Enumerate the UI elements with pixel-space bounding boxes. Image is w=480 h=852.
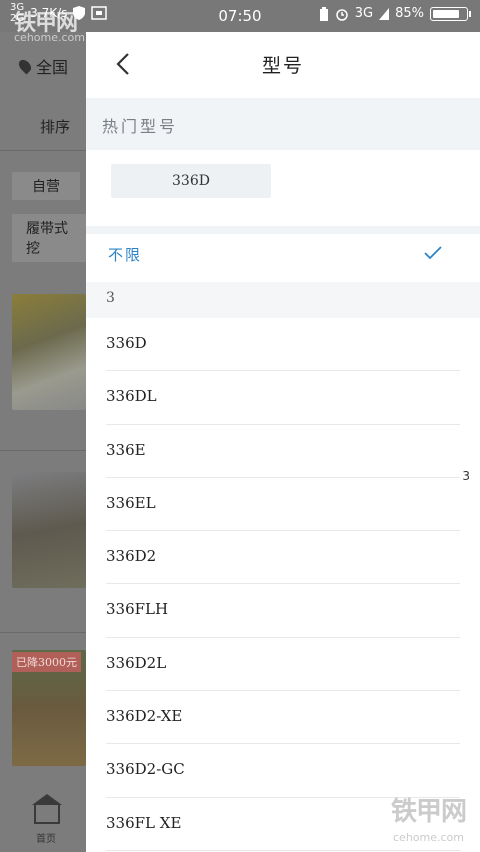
hot-model-chip[interactable]: 336D — [111, 164, 271, 198]
price-drop-badge: 已降3000元 — [12, 652, 81, 672]
model-name: 336EL — [106, 493, 156, 512]
listing-image[interactable] — [12, 294, 86, 410]
checkmark-icon — [424, 246, 442, 260]
alarm-icon — [335, 8, 348, 21]
filter-chip-self[interactable]: 自营 — [12, 172, 80, 200]
model-name: 336FLH — [106, 600, 169, 619]
listing-image[interactable] — [12, 472, 86, 588]
model-name: 336DL — [106, 387, 157, 406]
unlimited-option[interactable]: 不限 — [86, 234, 480, 276]
drawer-title: 型号 — [261, 55, 304, 77]
location-pin-icon — [16, 57, 34, 75]
model-list-item[interactable]: 336DL — [86, 371, 480, 425]
sort-button[interactable]: 排序 — [40, 116, 70, 137]
section-divider — [86, 226, 480, 234]
side-index-letter[interactable]: 3 — [462, 469, 470, 483]
model-name: 336D2L — [106, 653, 167, 672]
battery-icon — [430, 6, 471, 21]
model-name: 336D2 — [106, 547, 157, 566]
home-icon[interactable] — [32, 794, 62, 824]
model-name: 336E — [106, 440, 146, 459]
model-name: 336D — [106, 334, 147, 352]
divider — [0, 450, 86, 451]
network-right: 3G — [354, 6, 374, 21]
unlimited-label: 不限 — [108, 246, 143, 264]
divider — [0, 150, 86, 151]
group-letter: 3 — [106, 290, 115, 306]
background-page: 全国 排序 自营 履带式挖 已降3000元 首页 — [0, 32, 86, 852]
model-list-item[interactable]: 336E — [86, 425, 480, 479]
model-list: 336D 336DL 336E 336EL 336D2 336FLH 336D2L 336D2… — [86, 318, 480, 852]
battery-fill — [433, 9, 460, 18]
hot-models-area: 336D — [86, 150, 480, 226]
model-name: 336D2-GC — [106, 760, 185, 779]
hot-models-title: 热门型号 — [102, 117, 179, 136]
hot-models-header: 热门型号 — [86, 98, 480, 150]
signal-icon — [379, 7, 390, 20]
filter-chip-type[interactable]: 履带式挖 — [12, 214, 86, 262]
model-list-item[interactable]: 336D2L — [86, 638, 480, 692]
model-list-item[interactable]: 336D2 — [86, 531, 480, 585]
group-header: 3 — [86, 282, 480, 318]
location-label: 全国 — [36, 58, 69, 77]
model-list-item[interactable]: 336D2-GC — [86, 744, 480, 798]
model-name: 336D2-XE — [106, 707, 183, 726]
drawer-header: 型号 — [86, 32, 480, 98]
model-list-item[interactable]: 336D2-XE — [86, 691, 480, 745]
battery-percent: 85% — [395, 6, 424, 21]
status-right: 3G 85% — [319, 6, 471, 21]
model-list-item[interactable]: 336FLH — [86, 584, 480, 639]
model-drawer: 型号 热门型号 336D 不限 3 336D 336DL 336E 336EL 336D… — [86, 32, 480, 852]
model-name: 336FL XE — [106, 813, 182, 832]
watermark-url: cehome.com — [14, 31, 85, 44]
location-selector[interactable]: 全国 — [16, 54, 69, 78]
home-label: 首页 — [36, 834, 56, 845]
model-list-item[interactable]: 336EL — [86, 478, 480, 532]
watermark-logo-bottom: 铁甲网 — [390, 797, 467, 827]
model-list-item[interactable]: 336D — [86, 318, 480, 372]
watermark-url-bottom: cehome.com — [393, 831, 464, 844]
battery-saver-icon — [319, 6, 328, 21]
divider — [0, 632, 86, 633]
